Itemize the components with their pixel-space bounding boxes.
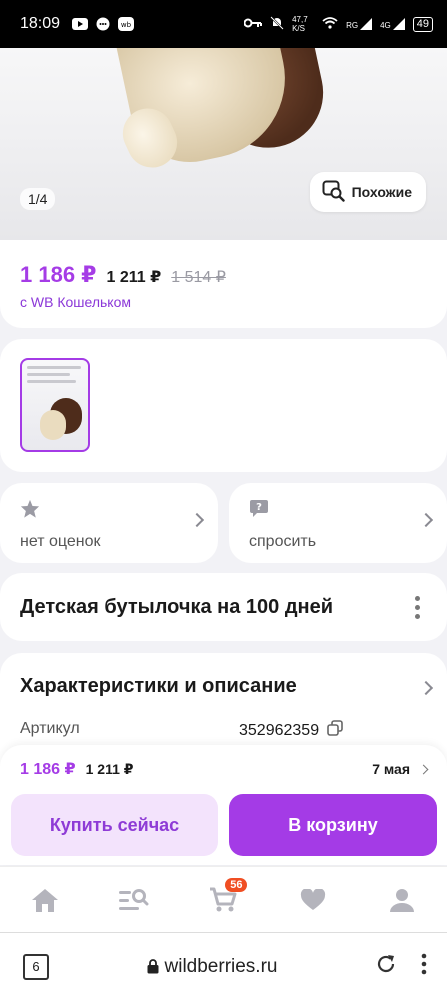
similar-label: Похожие bbox=[351, 184, 412, 200]
buy-now-button[interactable]: Купить сейчас bbox=[11, 794, 218, 856]
image-pager: 1/4 bbox=[20, 188, 56, 210]
more-options-icon[interactable] bbox=[407, 595, 427, 619]
thumbnail-text-lines bbox=[27, 366, 81, 387]
rating-card[interactable]: нет оценок bbox=[0, 483, 218, 563]
browser-bar: 6 wildberries.ru bbox=[0, 932, 447, 1000]
product-title-card: Детская бутылочка на 100 дней bbox=[0, 573, 447, 641]
heart-icon bbox=[300, 888, 325, 910]
add-to-cart-button[interactable]: В корзину bbox=[229, 794, 437, 856]
buy-panel: 1 186 ₽ 1 211 ₽ 7 мая Купить сейчас В ко… bbox=[0, 745, 447, 865]
delivery-date[interactable]: 7 мая bbox=[372, 761, 429, 777]
wb-icon: wb bbox=[118, 17, 135, 31]
delivery-date-label: 7 мая bbox=[372, 761, 410, 777]
nav-favorites[interactable] bbox=[293, 880, 333, 920]
chevron-right-icon bbox=[418, 764, 429, 774]
thumbnail-1[interactable] bbox=[20, 358, 90, 452]
svg-text:?: ? bbox=[256, 502, 262, 513]
product-title: Детская бутылочка на 100 дней bbox=[20, 595, 334, 618]
signal-4g: 4G bbox=[380, 18, 405, 30]
characteristic-value: 352962359 bbox=[239, 721, 320, 739]
similar-button[interactable]: Похожие bbox=[309, 172, 426, 212]
signal-icon bbox=[392, 18, 405, 30]
star-icon bbox=[20, 499, 40, 522]
nav-catalog[interactable] bbox=[114, 880, 154, 920]
signal-rg: RG bbox=[346, 18, 373, 30]
menu-icon[interactable] bbox=[421, 953, 427, 980]
characteristic-key: Артикул bbox=[20, 720, 80, 737]
catalog-search-icon bbox=[119, 888, 149, 910]
buy-price-wallet: 1 186 ₽ bbox=[20, 761, 76, 778]
cart-badge: 56 bbox=[225, 877, 248, 892]
home-icon bbox=[31, 888, 58, 912]
chevron-right-icon bbox=[189, 512, 205, 528]
nav-home[interactable] bbox=[25, 880, 65, 920]
similar-search-icon bbox=[322, 180, 346, 205]
svg-text:wb: wb bbox=[121, 21, 132, 29]
price-wallet: 1 186 ₽ bbox=[20, 262, 97, 287]
status-bar: 18:09 wb 47,7 K/S RG 4G 49 bbox=[0, 0, 447, 48]
chevron-right-icon bbox=[418, 512, 434, 528]
url-text: wildberries.ru bbox=[164, 955, 278, 977]
price-old: 1 514 ₽ bbox=[171, 269, 226, 286]
key-icon bbox=[243, 18, 263, 31]
tabs-button[interactable]: 6 bbox=[23, 953, 49, 980]
question-icon: ? bbox=[249, 500, 269, 522]
nav-cart[interactable]: 56 bbox=[203, 877, 248, 920]
battery-indicator: 49 bbox=[412, 16, 433, 32]
characteristics-heading: Характеристики и описание bbox=[20, 675, 297, 697]
network-speed: 47,7 K/S bbox=[292, 15, 308, 33]
price-regular: 1 211 ₽ bbox=[106, 269, 162, 286]
wifi-icon bbox=[322, 16, 338, 32]
bottom-nav: 56 bbox=[0, 866, 447, 932]
ask-question-card[interactable]: ? спросить bbox=[229, 483, 447, 563]
ask-label: спросить bbox=[249, 533, 317, 550]
profile-icon bbox=[390, 888, 415, 912]
thumbnails-card bbox=[0, 339, 447, 472]
price-card: 1 186 ₽ 1 211 ₽ 1 514 ₽ с WB Кошельком bbox=[0, 240, 447, 328]
characteristic-row: Артикул 352962359 bbox=[20, 720, 427, 741]
rating-label: нет оценок bbox=[20, 533, 101, 550]
reload-icon[interactable] bbox=[375, 953, 397, 980]
price-wallet-note[interactable]: с WB Кошельком bbox=[20, 294, 427, 310]
nav-profile[interactable] bbox=[382, 880, 422, 920]
copy-icon[interactable] bbox=[327, 720, 343, 741]
buy-price-regular: 1 211 ₽ bbox=[85, 760, 134, 777]
address-bar[interactable]: wildberries.ru bbox=[49, 956, 375, 978]
message-icon bbox=[96, 17, 110, 31]
status-time: 18:09 bbox=[20, 15, 61, 32]
youtube-icon bbox=[72, 17, 89, 31]
thumbnail-bottle-nipple bbox=[40, 410, 66, 440]
signal-icon bbox=[360, 18, 373, 30]
mute-icon bbox=[270, 15, 284, 33]
lock-icon bbox=[147, 959, 158, 974]
